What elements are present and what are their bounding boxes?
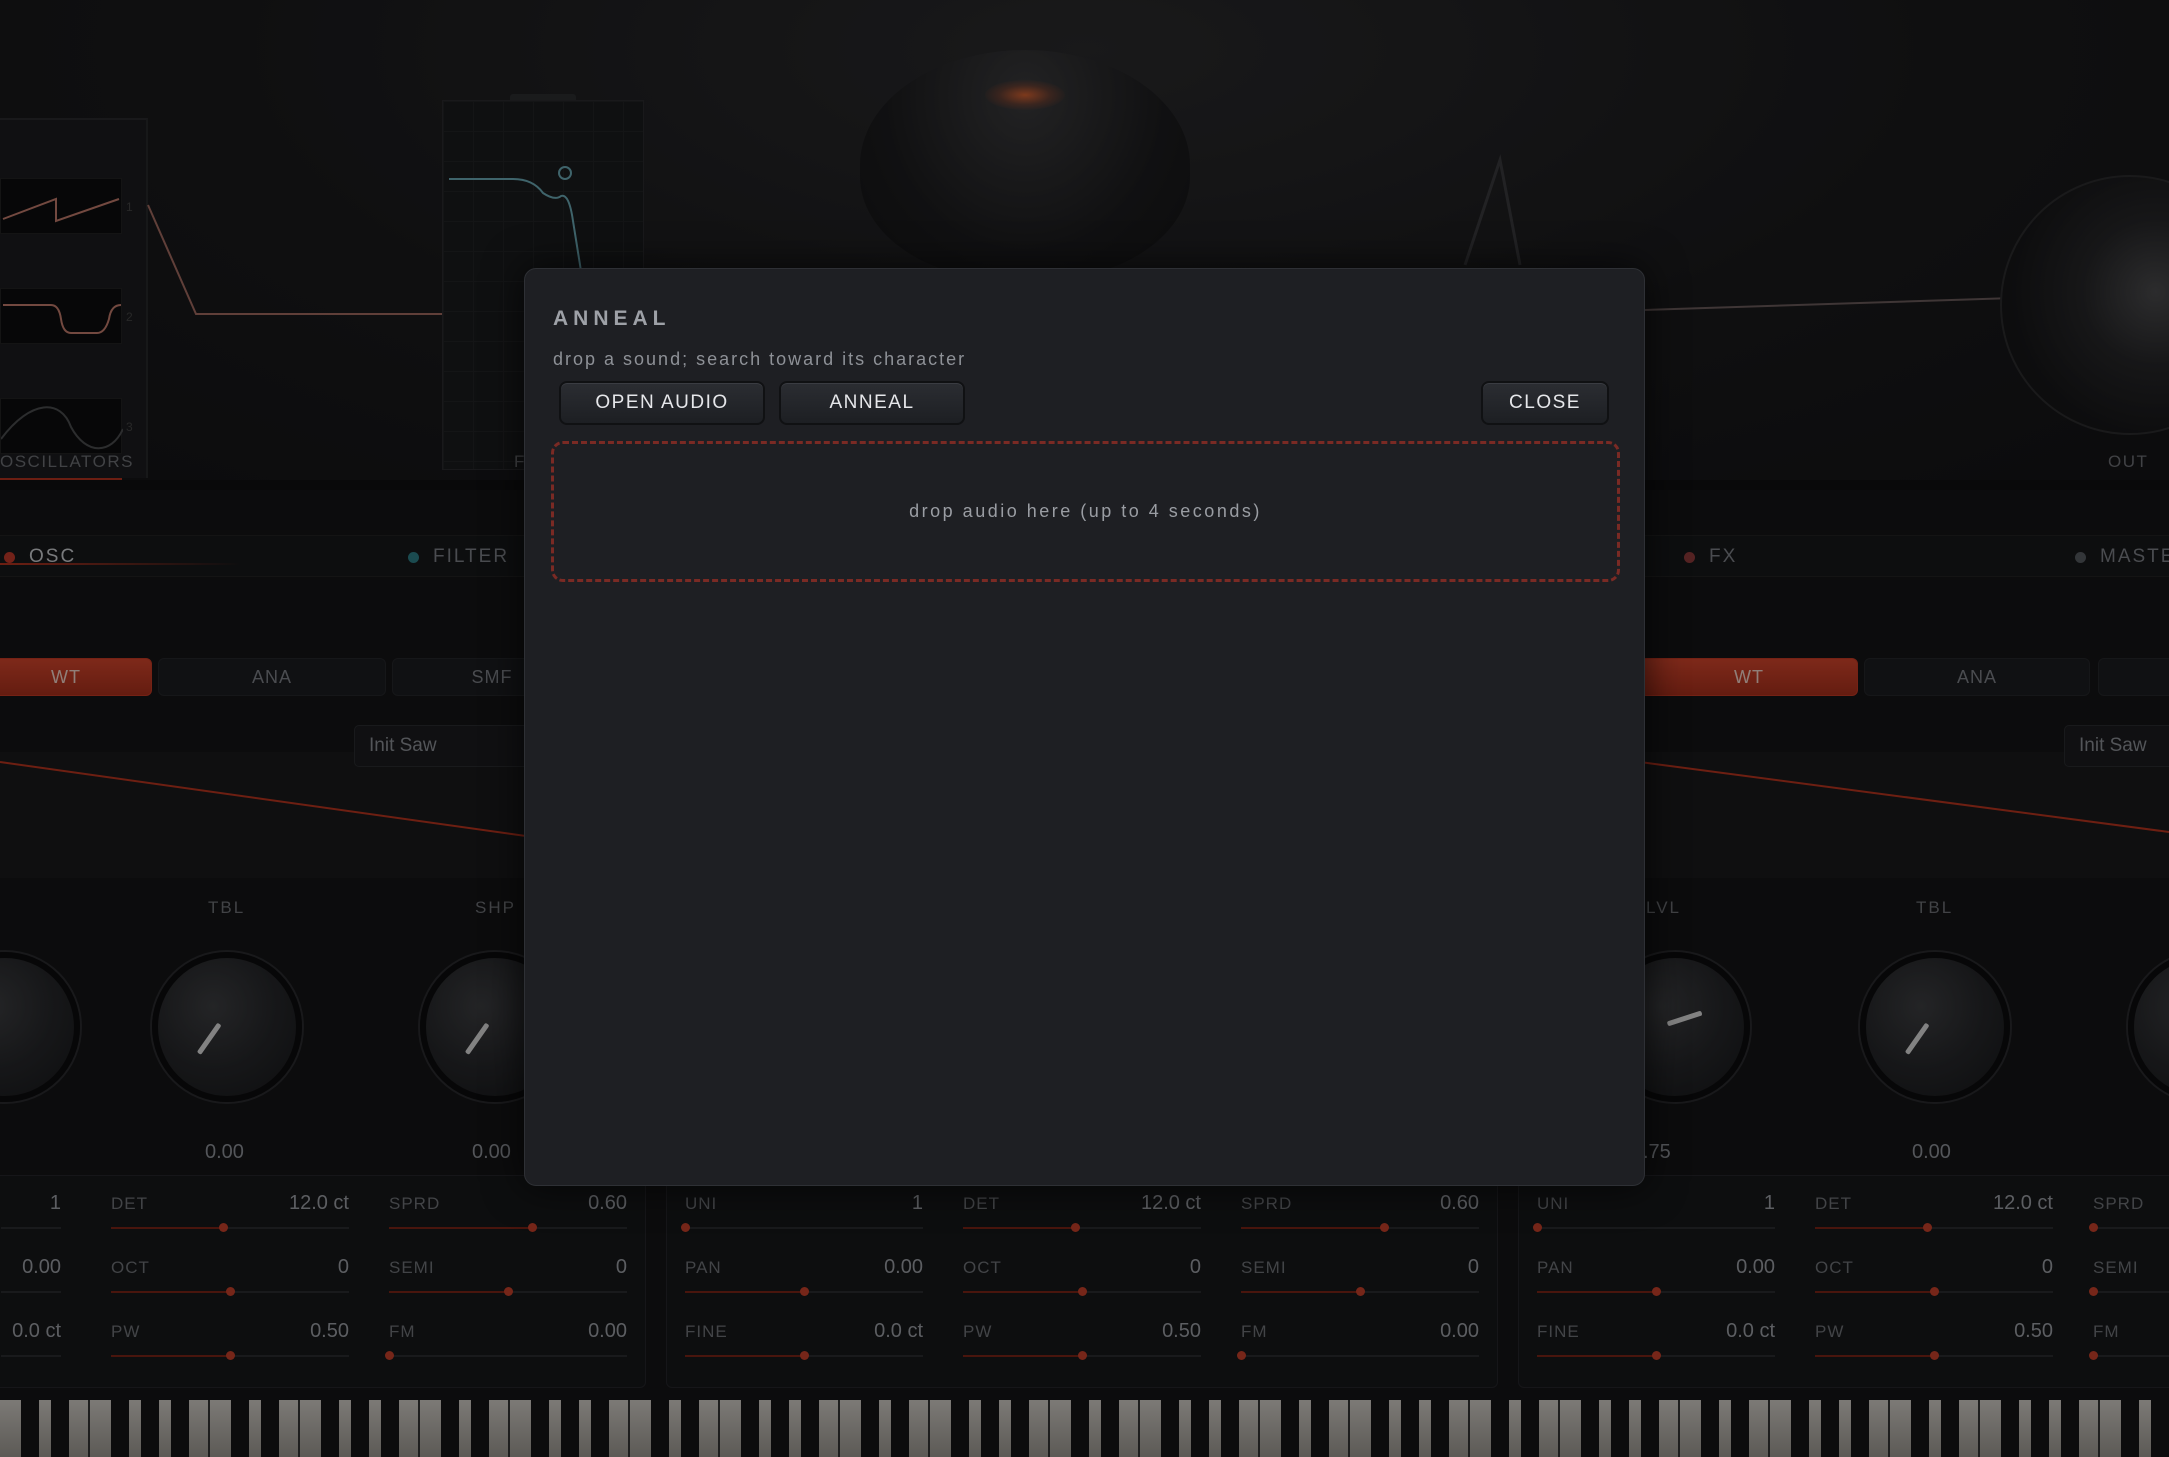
synth-app: 1 2 3 OSCILLATORS F OUT OSC FILTER FX MA… [0,0,2169,1457]
open-audio-button[interactable]: OPEN AUDIO [559,381,765,425]
dialog-title: ANNEAL [553,307,671,330]
audio-dropzone[interactable]: drop audio here (up to 4 seconds) [551,441,1620,582]
dropzone-text: drop audio here (up to 4 seconds) [909,501,1262,521]
dialog-subtitle: drop a sound; search toward its characte… [553,349,967,369]
anneal-button[interactable]: ANNEAL [779,381,965,425]
anneal-dialog: ANNEAL drop a sound; search toward its c… [524,268,1645,1186]
close-button[interactable]: CLOSE [1481,381,1609,425]
